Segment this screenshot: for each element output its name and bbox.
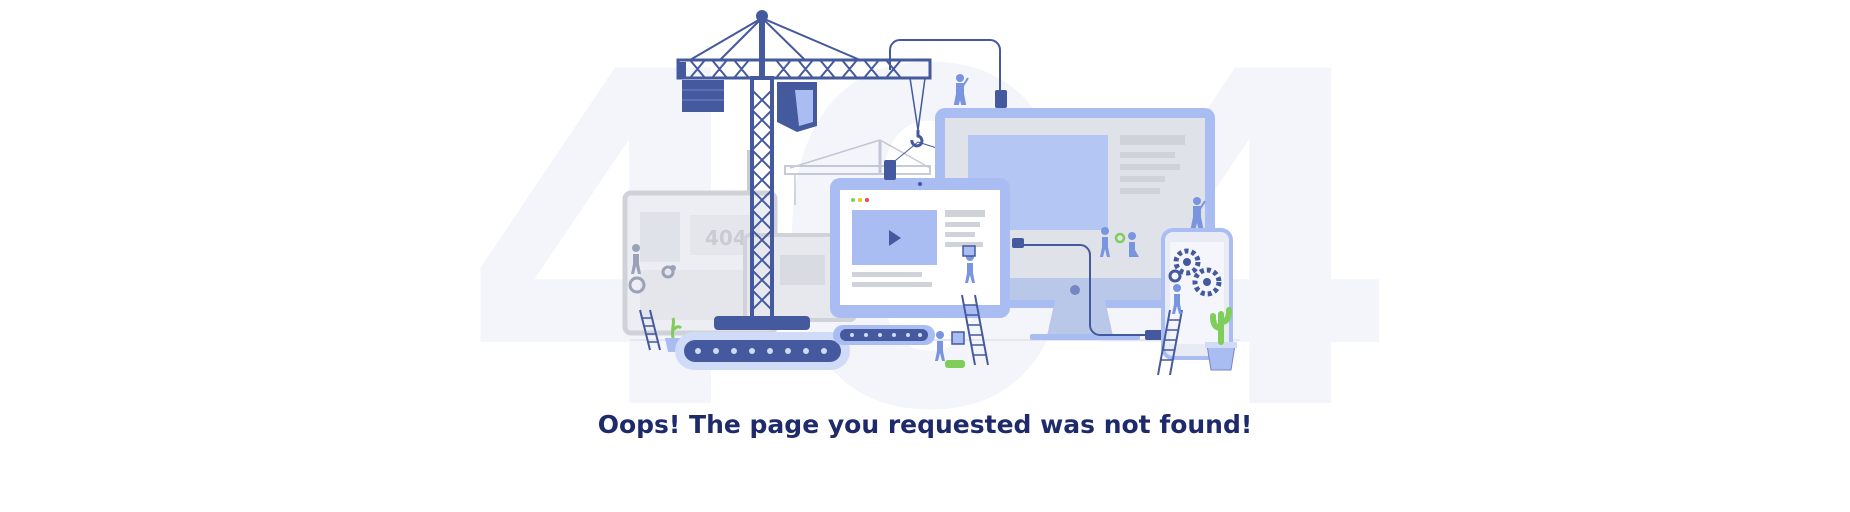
conveyor-belt-icon <box>833 325 935 345</box>
cable-plug-right <box>1145 330 1163 340</box>
worker-icon <box>953 74 969 105</box>
laptop-icon <box>830 160 1024 318</box>
small-screen-404-text: 404 <box>705 226 747 250</box>
not-found-message: Oops! The page you requested was not fou… <box>597 410 1253 439</box>
cable-plug-top <box>995 90 1007 108</box>
power-cable <box>889 39 1001 92</box>
crawler-track-icon <box>675 332 850 370</box>
worker-icon <box>935 331 965 368</box>
